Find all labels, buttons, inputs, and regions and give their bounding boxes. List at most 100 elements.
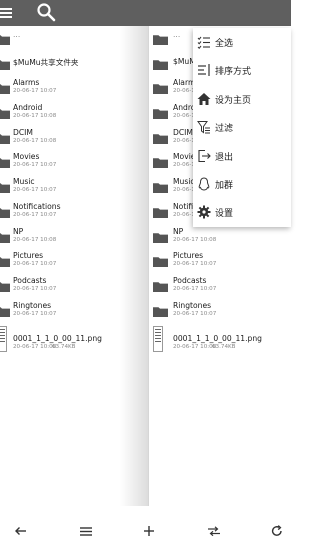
folder-name: Alarms (13, 78, 40, 88)
top-toolbar (0, 0, 291, 26)
menu-item-exit[interactable]: 退出 (193, 142, 291, 170)
folder-date: 20-06-17 10:07 (13, 187, 57, 194)
file-size: 63.74KB (52, 344, 76, 351)
folder-icon (0, 306, 10, 317)
file-size: 63.74KB (212, 344, 236, 351)
folder-name: Ringtones (13, 300, 52, 310)
folder-icon (153, 133, 168, 144)
home-icon (197, 92, 211, 105)
menu-icon[interactable] (0, 5, 14, 19)
folder-icon (0, 232, 10, 243)
sort-icon (198, 64, 210, 77)
folder-icon (153, 306, 168, 317)
add-icon[interactable] (142, 525, 156, 537)
checklist-icon (197, 36, 210, 49)
bottom-toolbar (0, 522, 291, 538)
folder-date: 20-06-17 10:07 (13, 310, 57, 317)
folder-date: 20-06-17 10:07 (173, 285, 217, 292)
folder-date: 20-06-17 10:08 (173, 236, 217, 243)
qq-icon (198, 177, 210, 191)
overflow-menu: 全选 排序方式 设为主页 过滤 退出 加群 设置 (193, 28, 291, 227)
folder-date: 20-06-17 10:07 (13, 88, 57, 95)
folder-icon (0, 208, 10, 218)
folder-icon (0, 35, 10, 45)
list-item[interactable]: Ringtones 20-06-17 10:07 (149, 298, 291, 323)
folder-name: Ringtones (173, 300, 212, 310)
folder-icon (153, 257, 168, 268)
folder-icon (0, 183, 10, 194)
menu-item-join-group[interactable]: 加群 (193, 170, 291, 198)
folder-name: Podcasts (13, 275, 47, 285)
folder-icon (153, 35, 168, 45)
menu-item-sort[interactable]: 排序方式 (193, 56, 291, 84)
folder-icon (0, 59, 10, 70)
folder-name: DCIM (173, 127, 193, 137)
menu-item-settings[interactable]: 设置 (193, 198, 291, 226)
folder-icon (153, 232, 168, 243)
folder-icon (0, 282, 10, 292)
folder-date: 20-06-17 10:07 (173, 310, 217, 317)
gear-icon (197, 205, 211, 219)
menu-item-set-home[interactable]: 设为主页 (193, 85, 291, 113)
folder-icon (153, 282, 168, 292)
folder-icon (0, 84, 10, 95)
menu-item-label: 设为主页 (215, 95, 252, 106)
file-date: 20-06-17 10:08 (173, 344, 217, 351)
folder-date: 20-06-17 10:07 (173, 261, 217, 268)
list-menu-icon[interactable] (79, 525, 93, 537)
image-thumbnail-icon (0, 326, 7, 353)
folder-name: Podcasts (173, 275, 207, 285)
folder-name: DCIM (13, 127, 33, 137)
menu-item-select-all[interactable]: 全选 (193, 28, 291, 56)
file-name: 0001_1_1_0_00_11.png (13, 334, 102, 344)
folder-name: $MuMu共享文件夹 (13, 57, 79, 67)
swap-icon[interactable] (207, 525, 221, 537)
folder-icon (0, 133, 10, 144)
image-thumbnail-icon (153, 326, 163, 353)
back-arrow-icon[interactable] (14, 525, 28, 537)
list-item[interactable]: NP 20-06-17 10:08 (149, 224, 291, 249)
menu-item-label: 全选 (215, 39, 234, 49)
pane-divider[interactable] (148, 26, 149, 506)
folder-icon (0, 257, 10, 268)
parent-directory-label: ... (13, 30, 21, 39)
folder-name: Pictures (173, 251, 204, 261)
folder-icon (153, 208, 168, 218)
parent-directory-label: ... (173, 30, 181, 39)
folder-icon (153, 183, 168, 194)
folder-name: NP (173, 226, 184, 236)
filter-icon (197, 121, 210, 134)
folder-name: Pictures (13, 251, 44, 261)
folder-icon (153, 158, 168, 169)
folder-name: Music (173, 177, 195, 187)
folder-name: NP (13, 226, 24, 236)
file-date: 20-06-17 10:08 (13, 344, 57, 351)
refresh-icon[interactable] (270, 525, 284, 537)
folder-date: 20-06-17 10:08 (13, 236, 57, 243)
folder-date: 20-06-17 10:07 (13, 162, 57, 169)
folder-date: 20-06-17 10:08 (13, 137, 57, 144)
folder-name: Movies (13, 152, 40, 162)
pane-shadow (120, 26, 149, 506)
folder-icon (0, 158, 10, 169)
folder-name: Android (13, 103, 43, 113)
folder-date: 20-06-17 10:08 (13, 113, 57, 120)
menu-item-label: 加群 (215, 180, 234, 191)
folder-name: Music (13, 177, 35, 187)
menu-item-label: 排序方式 (215, 67, 252, 78)
list-item[interactable]: Podcasts 20-06-17 10:07 (149, 273, 291, 298)
folder-icon (0, 109, 10, 120)
menu-item-label: 设置 (215, 209, 234, 220)
file-name: 0001_1_1_0_00_11.png (173, 334, 262, 344)
folder-date: 20-06-17 10:07 (13, 211, 57, 218)
folder-icon (153, 59, 168, 70)
folder-date: 20-06-17 10:07 (13, 285, 57, 292)
menu-item-filter[interactable]: 过滤 (193, 113, 291, 141)
app-window: { "left_pane": { "up_label": "...", "ite… (0, 0, 291, 538)
file-row[interactable]: 0001_1_1_0_00_11.png 20-06-17 10:08 63.7… (149, 323, 291, 353)
folder-icon (153, 84, 168, 95)
menu-item-label: 过滤 (215, 124, 234, 135)
menu-item-label: 退出 (215, 152, 234, 163)
search-icon[interactable] (36, 2, 56, 22)
list-item[interactable]: Pictures 20-06-17 10:07 (149, 248, 291, 273)
